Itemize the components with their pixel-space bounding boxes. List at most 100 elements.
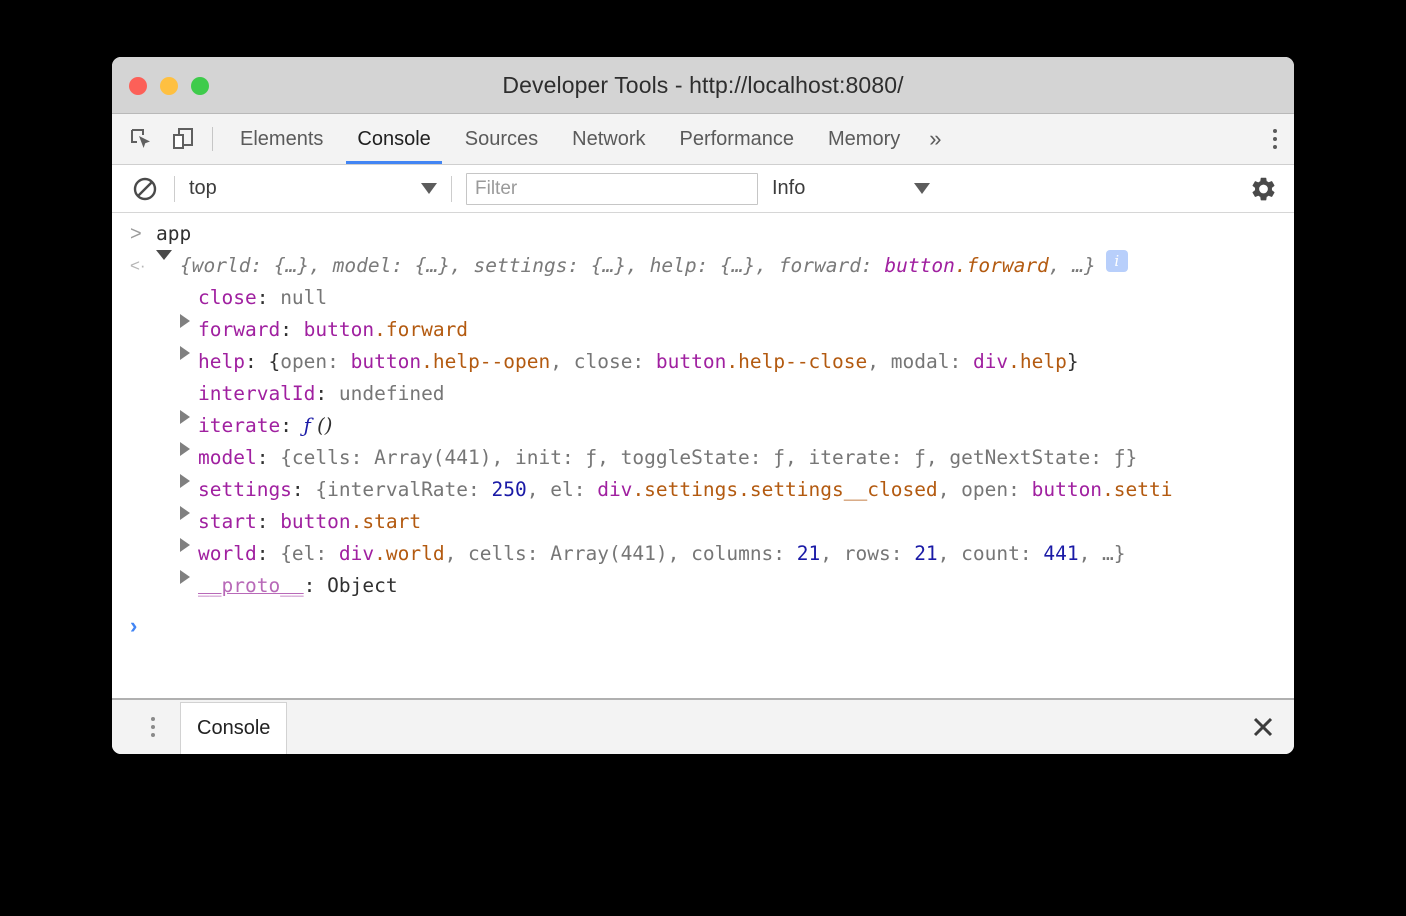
more-tabs-icon[interactable]: » <box>917 114 953 164</box>
title-bar: Developer Tools - http://localhost:8080/ <box>112 57 1294 114</box>
console-output[interactable]: > app <· {world: {…}, model: {…}, settin… <box>112 213 1294 698</box>
property-separator: : <box>315 378 338 410</box>
devtools-tab-bar: Elements Console Sources Network Perform… <box>112 114 1294 165</box>
console-drawer: Console <box>112 698 1294 754</box>
expand-toggle-icon[interactable] <box>180 346 190 360</box>
inner-key: , open: <box>938 474 1032 506</box>
element-tag[interactable]: button <box>304 314 374 346</box>
device-toolbar-icon[interactable] <box>170 126 196 152</box>
info-badge-icon[interactable]: i <box>1106 250 1128 272</box>
property-row-help: help : {open: button.help--open, close: … <box>112 346 1294 378</box>
property-row-intervalid: intervalId : undefined <box>112 378 1294 410</box>
element-class[interactable]: .world <box>374 538 444 570</box>
inspect-element-icon[interactable] <box>128 126 154 152</box>
property-separator: : <box>257 282 280 314</box>
expand-toggle-icon[interactable] <box>180 506 190 520</box>
expand-toggle-icon[interactable] <box>156 250 172 260</box>
element-class[interactable]: .help--open <box>421 346 550 378</box>
property-name: forward <box>198 314 280 346</box>
element-class[interactable]: .settings.settings__closed <box>632 474 937 506</box>
property-row-forward: forward : button.forward <box>112 314 1294 346</box>
property-value: undefined <box>339 378 445 410</box>
close-drawer-icon[interactable] <box>1232 700 1294 754</box>
property-separator: : <box>257 538 280 570</box>
inner-key: , rows: <box>820 538 914 570</box>
element-class[interactable]: .setti <box>1102 474 1172 506</box>
property-name: close <box>198 282 257 314</box>
property-separator: : <box>257 506 280 538</box>
element-tag[interactable]: div <box>973 346 1008 378</box>
log-level-value: Info <box>772 177 805 200</box>
tab-sources[interactable]: Sources <box>448 114 555 164</box>
element-tag[interactable]: div <box>339 538 374 570</box>
clear-console-icon[interactable] <box>130 174 160 204</box>
console-filter-bar: top Info <box>112 165 1294 213</box>
element-class[interactable]: .help--close <box>726 346 867 378</box>
object-close-brace: , …} <box>1079 538 1126 570</box>
function-args: () <box>311 410 332 442</box>
element-class[interactable]: .start <box>351 506 421 538</box>
property-row-iterate: iterate : ƒ () <box>112 410 1294 442</box>
chevron-down-icon <box>421 183 437 194</box>
tab-console[interactable]: Console <box>340 114 447 164</box>
gear-icon[interactable] <box>1246 172 1280 206</box>
panel-tabs: Elements Console Sources Network Perform… <box>223 114 953 164</box>
element-tag[interactable]: button <box>1032 474 1102 506</box>
number-value: 250 <box>492 474 527 506</box>
number-value: 441 <box>1043 538 1078 570</box>
expand-toggle-icon[interactable] <box>180 538 190 552</box>
drawer-tab-console[interactable]: Console <box>180 702 287 754</box>
tab-elements[interactable]: Elements <box>223 114 340 164</box>
log-level-select[interactable]: Info <box>772 177 930 200</box>
property-row-model: model : {cells: Array(441), init: ƒ, tog… <box>112 442 1294 474</box>
property-separator: : <box>292 474 315 506</box>
element-tag[interactable]: div <box>597 474 632 506</box>
object-open-brace: {intervalRate: <box>315 474 491 506</box>
number-value: 21 <box>914 538 937 570</box>
zoom-button[interactable] <box>191 77 209 95</box>
tab-bar-right <box>1255 114 1294 164</box>
element-class[interactable]: .forward <box>374 314 468 346</box>
prompt-chevron-icon: › <box>130 610 156 642</box>
object-close-brace: } <box>1067 346 1079 378</box>
console-result-row: <· {world: {…}, model: {…}, settings: {…… <box>112 250 1294 282</box>
object-open-brace: {el: <box>280 538 339 570</box>
property-value: Object <box>327 570 397 602</box>
console-prompt-row[interactable]: › <box>112 610 1294 642</box>
more-options-icon[interactable] <box>1256 114 1294 164</box>
property-name: world <box>198 538 257 570</box>
property-name: intervalId <box>198 378 315 410</box>
expand-toggle-icon[interactable] <box>180 570 190 584</box>
window-title: Developer Tools - http://localhost:8080/ <box>112 72 1294 99</box>
execution-context-select[interactable]: top <box>189 177 437 200</box>
expand-toggle-icon[interactable] <box>180 442 190 456</box>
chevron-down-icon <box>914 183 930 194</box>
close-button[interactable] <box>129 77 147 95</box>
toolbar-divider <box>212 127 213 151</box>
tab-performance[interactable]: Performance <box>663 114 812 164</box>
expand-toggle-icon[interactable] <box>180 474 190 488</box>
expand-toggle-icon[interactable] <box>180 410 190 424</box>
property-row-world: world : {el: div.world, cells: Array(441… <box>112 538 1294 570</box>
filter-input[interactable] <box>466 173 758 205</box>
property-name: model <box>198 442 257 474</box>
element-tag[interactable]: button <box>656 346 726 378</box>
inner-key: , cells: Array(441), columns: <box>445 538 797 570</box>
expand-toggle-icon[interactable] <box>180 314 190 328</box>
element-class[interactable]: .help <box>1008 346 1067 378</box>
property-separator: : <box>245 346 268 378</box>
element-tag[interactable]: button <box>351 346 421 378</box>
property-name: iterate <box>198 410 280 442</box>
property-separator: : <box>257 442 280 474</box>
property-row-start: start : button.start <box>112 506 1294 538</box>
drawer-more-options-icon[interactable] <box>132 700 174 754</box>
window-controls <box>129 77 209 95</box>
tab-memory[interactable]: Memory <box>811 114 917 164</box>
property-value: null <box>280 282 327 314</box>
tab-network[interactable]: Network <box>555 114 662 164</box>
filter-divider-2 <box>451 176 452 202</box>
property-separator: : <box>280 314 303 346</box>
toolbar-icons <box>128 114 212 164</box>
minimize-button[interactable] <box>160 77 178 95</box>
element-tag[interactable]: button <box>280 506 350 538</box>
